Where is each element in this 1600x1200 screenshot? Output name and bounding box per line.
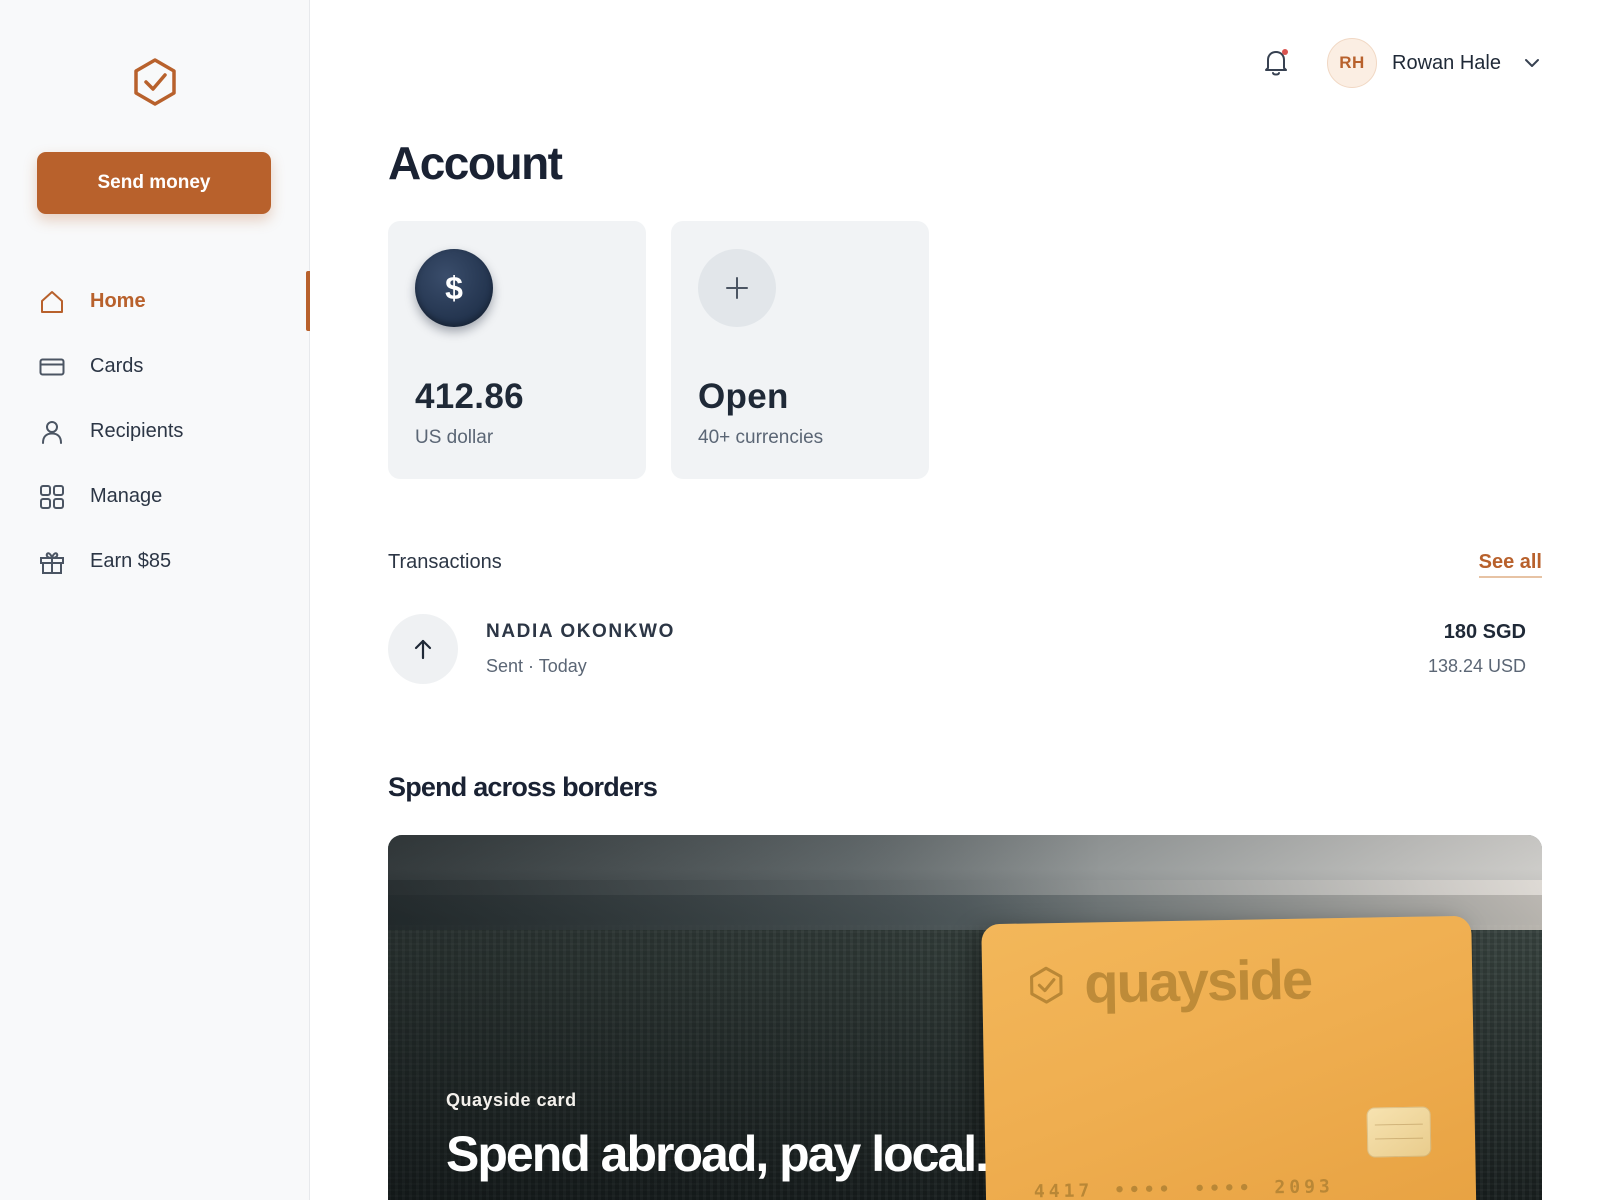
hexagon-check-icon[interactable]: [129, 56, 181, 108]
sidebar-item-manage[interactable]: Manage: [0, 464, 310, 529]
transaction-recipient: NADIA OKONKWO: [486, 621, 675, 642]
quayside-card-image: quayside 4417 •••• •••• 2093: [981, 915, 1477, 1200]
sidebar-item-earn[interactable]: Earn $85: [0, 529, 310, 594]
promo-headline: Spend abroad, pay local.: [446, 1126, 989, 1182]
open-currency-card[interactable]: Open 40+ currencies: [671, 221, 929, 479]
app-root: Send money Home Cards Recipients Manage …: [0, 0, 1600, 1200]
send-money-button[interactable]: Send money: [37, 152, 271, 214]
notification-dot: [1282, 49, 1288, 55]
transaction-amount: 180 SGD: [1443, 621, 1526, 643]
transaction-row[interactable]: NADIA OKONKWO Sent · Today 180 SGD 138.2…: [388, 614, 1542, 686]
promo-kicker: Quayside card: [446, 1090, 577, 1110]
transaction-converted-amount: 138.24 USD: [1427, 656, 1526, 676]
card-number: 4417 •••• •••• 2093: [1033, 1176, 1334, 1200]
transaction-meta: Sent · Today: [486, 656, 587, 676]
card-brand: quayside: [1083, 947, 1312, 1015]
card-chip: [1366, 1106, 1432, 1158]
sidebar-item-label: Manage: [90, 485, 163, 507]
see-all-link[interactable]: See all: [1478, 551, 1542, 578]
plus-icon: [698, 249, 776, 327]
sidebar-item-label: Recipients: [90, 420, 184, 442]
person-icon: [38, 418, 66, 446]
transactions-title: Transactions: [388, 551, 502, 573]
home-icon: [38, 288, 66, 316]
open-label: Open: [698, 377, 789, 416]
gift-icon: [38, 548, 66, 576]
bell-icon[interactable]: [1261, 46, 1291, 78]
balance-currency: US dollar: [415, 427, 494, 448]
promo-section-title: Spend across borders: [388, 772, 658, 802]
promo-banner[interactable]: quayside 4417 •••• •••• 2093 Quayside ca…: [388, 835, 1542, 1200]
open-sublabel: 40+ currencies: [698, 427, 824, 448]
user-name: Rowan Hale: [1392, 51, 1501, 74]
sidebar-item-label: Earn $85: [90, 550, 172, 572]
sidebar-item-home[interactable]: Home: [0, 269, 310, 334]
hexagon-check-icon: [1026, 965, 1067, 1006]
page-title: Account: [388, 137, 563, 189]
dollar-icon: $: [415, 249, 493, 327]
sidebar-item-label: Home: [90, 290, 146, 312]
balance-card-usd[interactable]: $ 412.86 US dollar: [388, 221, 646, 479]
user-menu[interactable]: RH Rowan Hale: [1327, 38, 1541, 88]
card-icon: [38, 353, 66, 381]
sidebar-nav: Home Cards Recipients Manage Earn $85: [0, 269, 310, 594]
sidebar-item-cards[interactable]: Cards: [0, 334, 310, 399]
sidebar-item-recipients[interactable]: Recipients: [0, 399, 310, 464]
chevron-down-icon: [1523, 54, 1541, 72]
grid-icon: [38, 483, 66, 511]
arrow-up-icon: [388, 614, 458, 684]
active-indicator: [306, 271, 310, 331]
avatar: RH: [1327, 38, 1377, 88]
balance-amount: 412.86: [415, 377, 524, 416]
sidebar: Send money Home Cards Recipients Manage …: [0, 0, 310, 1200]
sidebar-item-label: Cards: [90, 355, 144, 377]
